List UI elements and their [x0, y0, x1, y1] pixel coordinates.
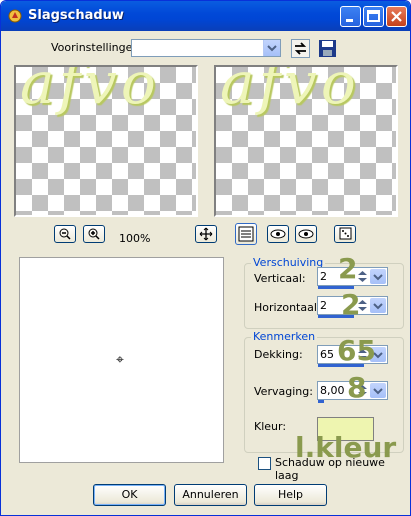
minimize-icon [346, 19, 353, 22]
annotation-blur: 8 [347, 371, 367, 404]
chevron-down-icon [267, 45, 277, 52]
zoom-in-button[interactable] [83, 225, 105, 243]
zoom-out-icon [59, 228, 71, 240]
swap-arrows-icon [291, 39, 310, 58]
vertical-label: Verticaal: [254, 272, 306, 285]
close-button[interactable] [386, 6, 407, 27]
result-preview: afvo [214, 65, 398, 217]
presets-arrow[interactable] [263, 40, 280, 56]
eye-icon [298, 229, 314, 239]
zoom-level: 100% [119, 232, 151, 245]
minimize-button[interactable] [340, 6, 361, 27]
chevron-down-icon [373, 303, 383, 310]
new-layer-label: Schaduw op nieuwe laag [275, 456, 385, 482]
zoom-in-icon [88, 228, 100, 240]
eye-icon [270, 229, 286, 239]
eye-preview-button[interactable] [267, 225, 289, 243]
ok-button[interactable]: OK [93, 484, 166, 506]
save-preset-button[interactable] [318, 39, 337, 58]
new-layer-checkbox[interactable] [258, 457, 271, 470]
horizontal-value: 2 [320, 299, 327, 312]
blur-value: 8,00 [320, 384, 345, 397]
spin-arrows-icon[interactable] [356, 269, 369, 284]
presets-label: Voorinstellingen: [51, 41, 144, 54]
zoom-out-button[interactable] [54, 225, 76, 243]
help-button[interactable]: Help [254, 484, 327, 506]
annotation-vertical: 2 [338, 252, 358, 285]
presets-dropdown[interactable] [131, 39, 281, 57]
window-title: Slagschaduw [28, 8, 124, 23]
pan-button[interactable] [195, 225, 217, 243]
vertical-dropdown[interactable] [370, 269, 386, 284]
crosshair-icon[interactable]: ⌖ [116, 352, 124, 368]
blur-slider[interactable] [318, 400, 324, 403]
proof-toggle-button[interactable] [235, 223, 257, 245]
list-view-icon [238, 226, 254, 242]
chevron-down-icon [373, 388, 383, 395]
vertical-value: 2 [320, 270, 327, 283]
annotation-horizontal: 2 [341, 288, 361, 321]
opacity-value: 65 [320, 348, 334, 361]
floppy-disk-icon [319, 40, 336, 57]
opacity-label: Dekking: [254, 348, 303, 361]
properties-legend: Kenmerken [251, 330, 318, 343]
auto-proof-button[interactable] [295, 225, 317, 243]
chevron-down-icon [373, 274, 383, 281]
annotation-opacity: 65 [337, 334, 376, 367]
blur-label: Vervaging: [254, 385, 313, 398]
original-preview: afvo [14, 65, 198, 217]
reset-preset-button[interactable] [291, 39, 310, 58]
app-icon [8, 9, 22, 23]
maximize-icon [367, 10, 380, 22]
cancel-button[interactable]: Annuleren [174, 484, 247, 506]
horizontal-label: Horizontaal: [254, 301, 321, 314]
title-bar: Slagschaduw [1, 1, 410, 31]
move-arrows-icon [199, 227, 213, 241]
color-label: Kleur: [254, 420, 287, 433]
offset-legend: Verschuiving [251, 256, 326, 269]
dialog-window: Slagschaduw Voorinstellingen: afvo afvo … [0, 0, 411, 516]
randomize-button[interactable] [334, 225, 356, 243]
horizontal-dropdown[interactable] [370, 298, 386, 313]
close-icon [391, 11, 402, 22]
preview-text-result: afvo [220, 65, 360, 117]
maximize-button[interactable] [363, 6, 384, 27]
blur-dropdown[interactable] [370, 383, 386, 398]
dice-icon [339, 227, 352, 240]
preview-text-original: afvo [20, 65, 160, 117]
